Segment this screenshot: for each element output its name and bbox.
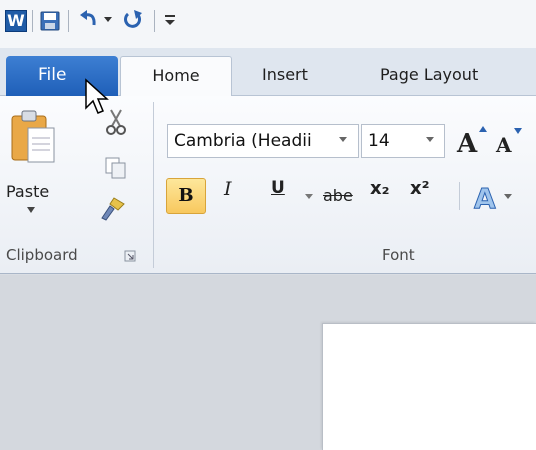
underline-button[interactable]: U [271,178,285,214]
svg-text:A: A [456,129,478,156]
toolbar-separator [32,10,33,32]
strikethrough-button[interactable]: abe [323,178,353,214]
customize-toolbar-dropdown-icon[interactable] [164,13,176,27]
paste-dropdown-icon[interactable] [26,206,36,214]
format-separator [459,182,460,210]
document-page[interactable] [322,323,536,450]
shrink-font-icon[interactable]: A [494,126,524,156]
subscript-button[interactable]: x₂ [370,178,390,214]
grow-font-icon[interactable]: A [455,124,487,156]
chevron-down-icon[interactable] [305,192,313,200]
paste-icon[interactable] [10,108,58,166]
toolbar-separator [154,10,155,32]
group-separator [153,102,154,268]
text-effects-icon[interactable]: A [472,178,512,214]
font-group-label: Font [382,246,415,264]
svg-text:A: A [474,182,496,214]
bold-button[interactable]: B [166,178,206,214]
dialog-launcher-icon[interactable] [124,250,136,262]
undo-icon[interactable] [78,9,100,31]
svg-text:A: A [495,133,512,156]
redo-icon[interactable] [122,9,144,31]
save-icon[interactable] [40,11,60,31]
quick-access-toolbar: W [0,0,536,48]
chevron-down-icon[interactable] [425,134,435,144]
tab-insert[interactable]: Insert [262,56,308,97]
ribbon-home: Paste Clipboard Cambria (Headii 14 A A B… [0,96,536,274]
toolbar-separator [68,10,69,32]
copy-icon[interactable] [104,156,128,180]
tab-page-layout[interactable]: Page Layout [380,56,478,97]
ribbon-tabs: File Home Insert Page Layout [0,48,536,97]
document-area [0,275,536,450]
superscript-button[interactable]: x² [410,178,430,214]
mouse-cursor-icon [85,78,109,114]
word-app-icon[interactable]: W [5,10,27,32]
undo-dropdown-icon[interactable] [103,14,113,24]
tab-home[interactable]: Home [120,56,232,97]
italic-button[interactable]: I [224,178,232,214]
paste-button[interactable]: Paste [6,182,49,201]
clipboard-group-label: Clipboard [6,246,78,264]
font-name-combobox[interactable]: Cambria (Headii [167,124,359,158]
format-painter-icon[interactable] [98,196,126,222]
chevron-down-icon[interactable] [338,134,348,144]
